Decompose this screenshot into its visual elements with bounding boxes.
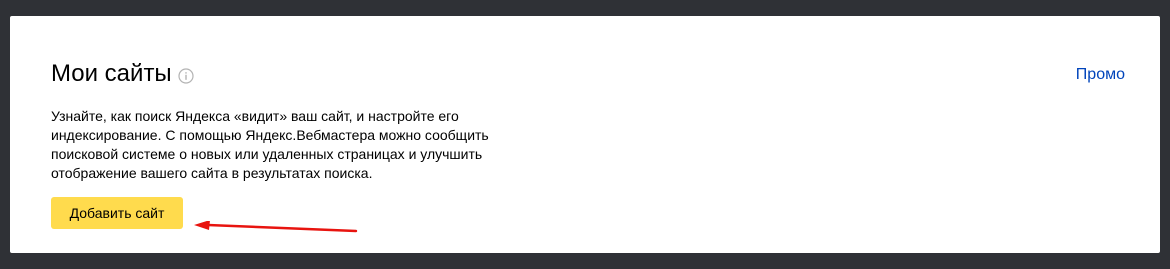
red-arrow-left-icon bbox=[194, 221, 358, 233]
description-text: Узнайте, как поиск Яндекса «видит» ваш с… bbox=[51, 108, 489, 181]
title-row: Мои сайты bbox=[51, 60, 194, 88]
info-circle-icon[interactable] bbox=[178, 67, 194, 84]
my-sites-card: Мои сайты Промо Узнайте, как поиск Яндек… bbox=[10, 16, 1160, 253]
add-site-button[interactable]: Добавить сайт bbox=[51, 197, 183, 229]
page-title: Мои сайты bbox=[51, 60, 172, 87]
promo-link[interactable]: Промо bbox=[1076, 65, 1125, 85]
